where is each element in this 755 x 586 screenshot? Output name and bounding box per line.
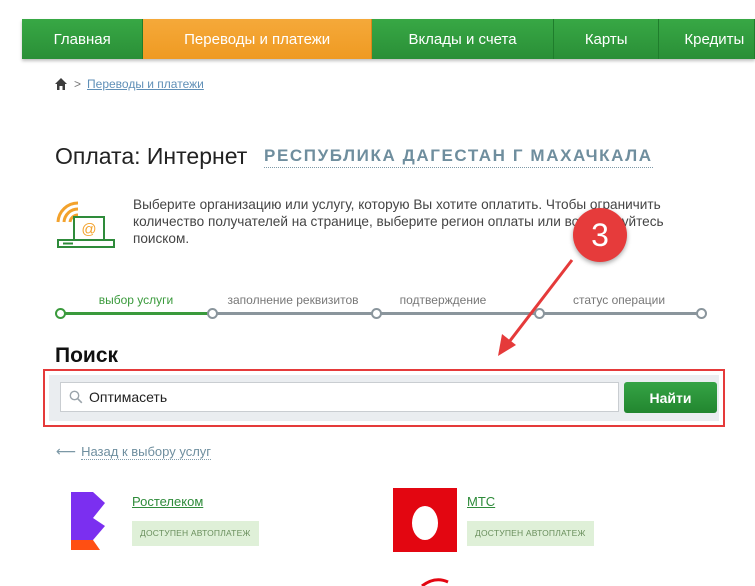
search-icon <box>69 390 83 404</box>
arrow-left-icon: ⟵ <box>56 443 77 459</box>
back-to-services-link[interactable]: ⟵ Назад к выбору услуг <box>56 443 212 460</box>
search-panel: Найти <box>49 375 719 421</box>
region-selector[interactable]: РЕСПУБЛИКА ДАГЕСТАН Г МАХАЧКАЛА <box>264 146 653 168</box>
annotation-step-badge: 3 <box>573 208 627 262</box>
step-dot-4 <box>534 308 545 319</box>
nav-item-credits[interactable]: Кредиты <box>659 19 755 59</box>
back-link-label: Назад к выбору услуг <box>81 443 212 460</box>
nav-item-deposits[interactable]: Вклады и счета <box>372 19 554 59</box>
svg-text:@: @ <box>81 221 96 238</box>
step-label-4: статус операции <box>572 293 666 307</box>
step-label-1: выбор услуги <box>98 293 174 307</box>
search-title: Поиск <box>55 344 119 367</box>
nav-item-cards[interactable]: Карты <box>553 19 660 59</box>
step-line-pending <box>212 312 703 315</box>
internet-laptop-icon: @ <box>56 201 115 248</box>
nav-item-home[interactable]: Главная <box>22 19 144 59</box>
search-panel-highlight: Найти <box>43 369 725 427</box>
step-dot-2 <box>207 308 218 319</box>
steps-progress: выбор услуги заполнение реквизитов подтв… <box>55 290 710 320</box>
main-nav: Главная Переводы и платежи Вклады и счет… <box>22 19 755 59</box>
breadcrumb-link-transfers[interactable]: Переводы и платежи <box>87 77 204 91</box>
breadcrumb-separator: > <box>74 77 82 91</box>
autopay-badge: ДОСТУПЕН АВТОПЛАТЕЖ <box>132 521 259 546</box>
partial-provider-logo <box>421 578 449 586</box>
provider-mts-link[interactable]: МТС <box>467 494 495 509</box>
page-title: Оплата: Интернет <box>55 143 248 169</box>
search-field[interactable] <box>60 382 619 412</box>
step-line-completed <box>60 312 212 315</box>
step-dot-5 <box>696 308 707 319</box>
step-label-2: заполнение реквизитов <box>227 293 359 307</box>
mts-logo[interactable] <box>393 488 457 552</box>
provider-rostelecom-link[interactable]: Ростелеком <box>132 494 203 509</box>
autopay-badge: ДОСТУПЕН АВТОПЛАТЕЖ <box>467 521 594 546</box>
step-label-3: подтверждение <box>399 293 487 307</box>
nav-item-transfers[interactable]: Переводы и платежи <box>143 19 373 59</box>
find-button[interactable]: Найти <box>624 382 717 413</box>
step-dot-1 <box>55 308 66 319</box>
search-input[interactable] <box>89 383 609 411</box>
rostelecom-logo[interactable] <box>66 490 130 554</box>
home-icon[interactable] <box>54 77 68 91</box>
step-dot-3 <box>371 308 382 319</box>
breadcrumb: > Переводы и платежи <box>54 77 204 91</box>
